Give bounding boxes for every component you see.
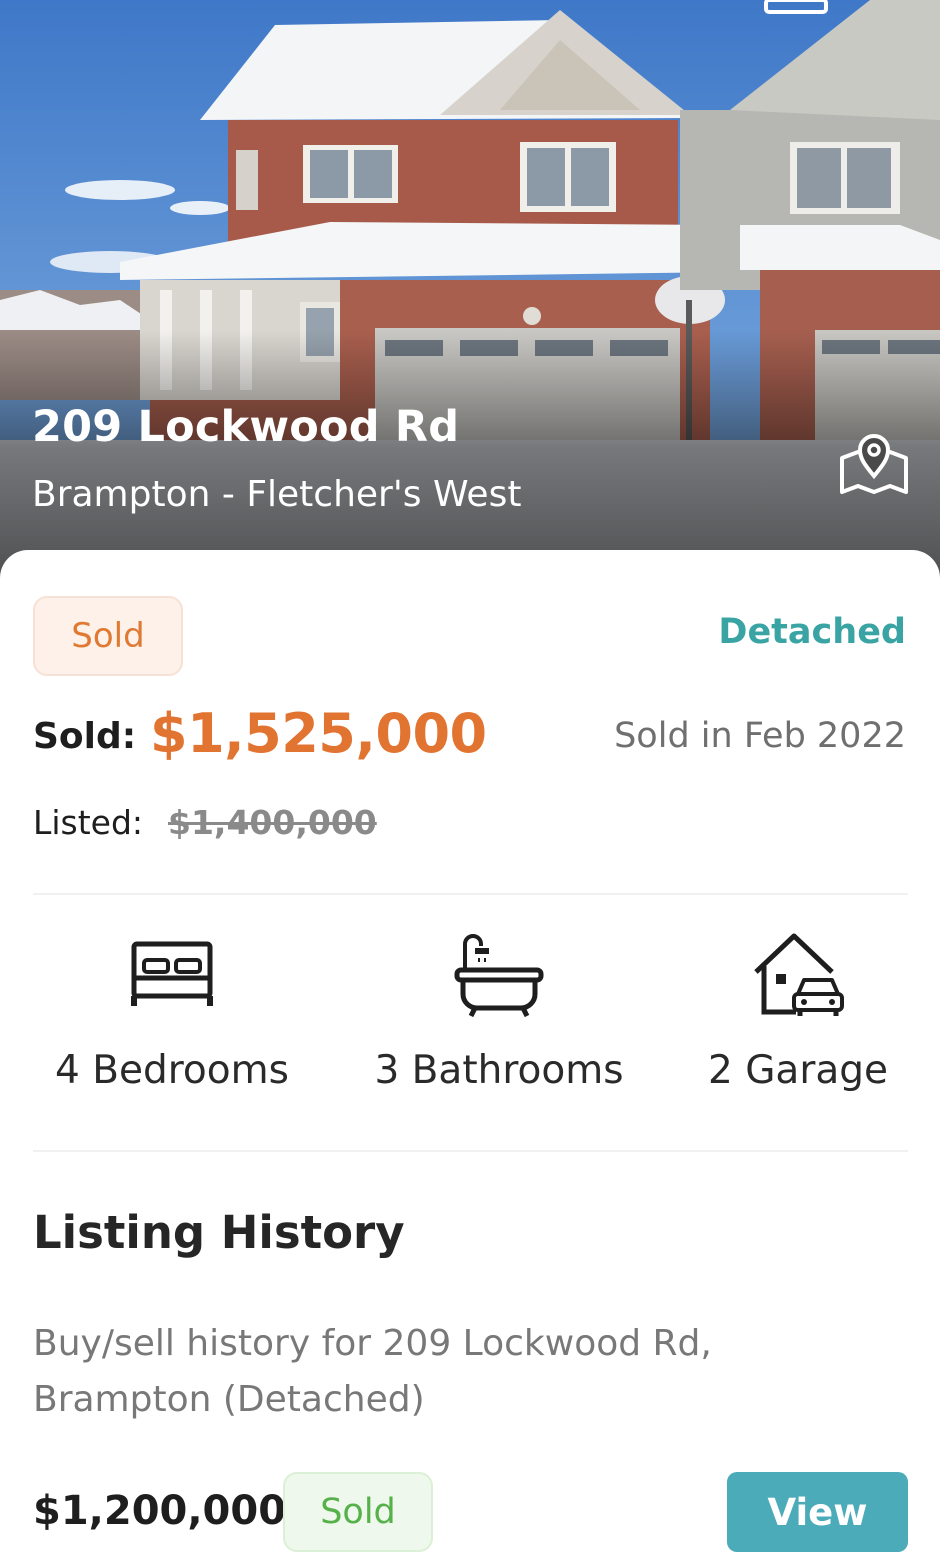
bedrooms-label: 4 Bedrooms bbox=[55, 1048, 289, 1093]
bathtub-icon bbox=[454, 934, 544, 1018]
property-photo[interactable]: 209 Lockwood Rd Brampton - Fletcher's We… bbox=[0, 0, 940, 590]
property-type: Detached bbox=[718, 612, 906, 652]
property-address: 209 Lockwood Rd bbox=[32, 402, 460, 452]
sold-price: $1,525,000 bbox=[150, 702, 487, 765]
divider bbox=[33, 893, 908, 895]
listed-price: $1,400,000 bbox=[168, 803, 377, 842]
bed-icon bbox=[131, 941, 213, 1006]
garage-icon bbox=[754, 933, 844, 1016]
feature-garage: 2 Garage bbox=[648, 930, 940, 1093]
history-entry-price: $1,200,000 bbox=[33, 1488, 287, 1534]
listing-card: Sold Detached Sold: $1,525,000 Sold in F… bbox=[0, 550, 940, 1554]
divider bbox=[33, 1150, 908, 1152]
sold-date: Sold in Feb 2022 bbox=[614, 716, 906, 756]
feature-bedrooms: 4 Bedrooms bbox=[22, 930, 322, 1093]
map-pin-icon[interactable] bbox=[836, 428, 912, 496]
feature-bathrooms: 3 Bathrooms bbox=[349, 930, 649, 1093]
listed-price-label: Listed: bbox=[33, 803, 144, 842]
gallery-icon[interactable] bbox=[764, 0, 836, 16]
garage-label: 2 Garage bbox=[707, 1048, 888, 1093]
listing-history-description: Buy/sell history for 209 Lockwood Rd, Br… bbox=[33, 1323, 712, 1420]
view-button[interactable]: View bbox=[727, 1472, 908, 1552]
history-entry-status-badge: Sold bbox=[283, 1472, 433, 1552]
bathrooms-label: 3 Bathrooms bbox=[374, 1048, 624, 1093]
status-badge: Sold bbox=[33, 596, 183, 676]
sold-price-label: Sold: bbox=[33, 716, 137, 757]
property-neighbourhood: Brampton - Fletcher's West bbox=[32, 474, 522, 515]
listing-history-title: Listing History bbox=[33, 1206, 405, 1259]
